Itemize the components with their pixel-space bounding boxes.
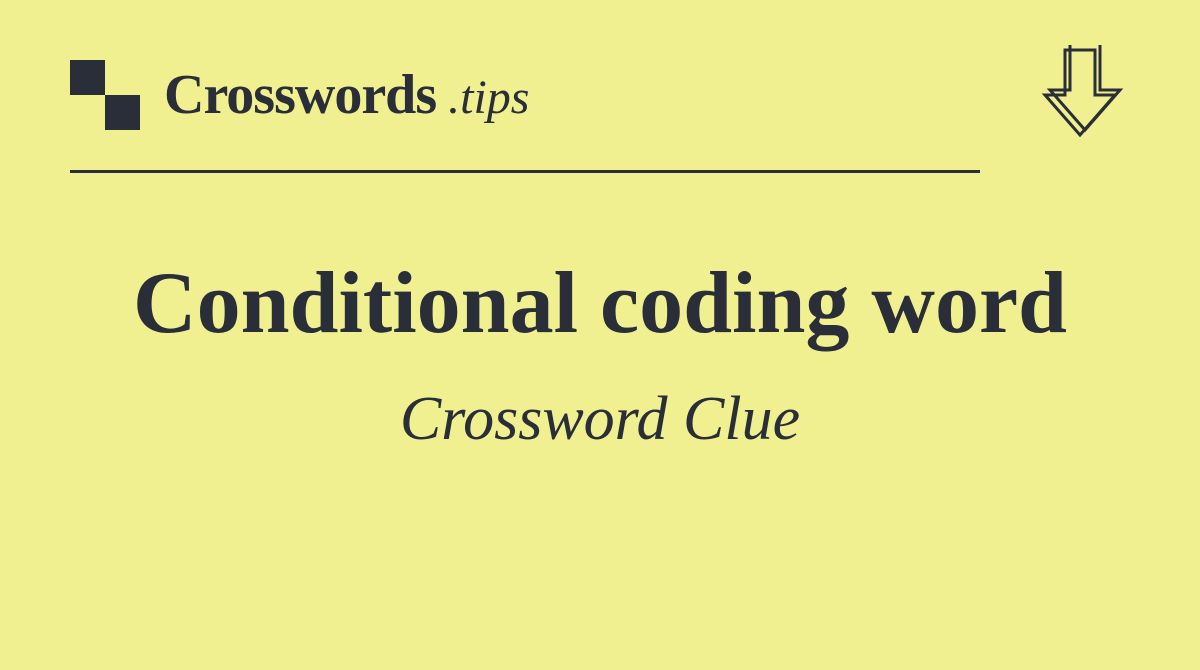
clue-subtitle: Crossword Clue (0, 384, 1200, 455)
logo-suffix-text: .tips (448, 70, 529, 125)
logo-section[interactable]: Crosswords .tips (70, 60, 529, 130)
crossword-logo-icon (70, 60, 140, 130)
main-content: Conditional coding word Crossword Clue (0, 173, 1200, 455)
logo-main-text: Crosswords (164, 63, 436, 127)
clue-title: Conditional coding word (0, 253, 1200, 354)
header: Crosswords .tips (0, 0, 1200, 170)
logo-text: Crosswords .tips (164, 63, 529, 127)
down-arrow-icon[interactable] (1030, 40, 1130, 150)
